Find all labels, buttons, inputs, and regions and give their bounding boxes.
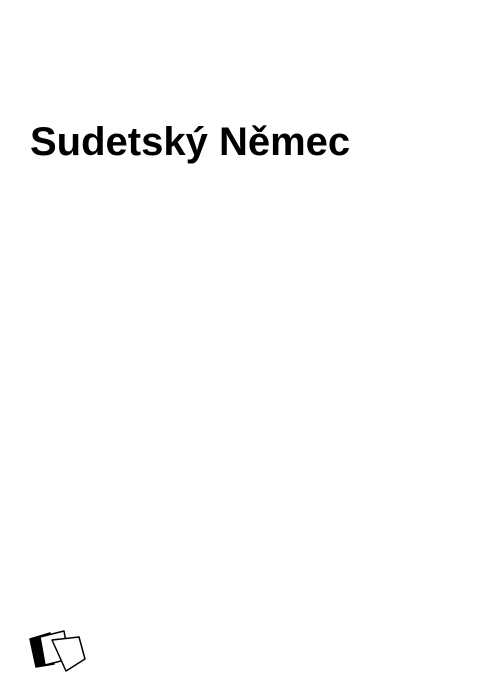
document-title: Sudetský Němec [30,120,351,164]
stacked-cards-icon [28,628,90,676]
